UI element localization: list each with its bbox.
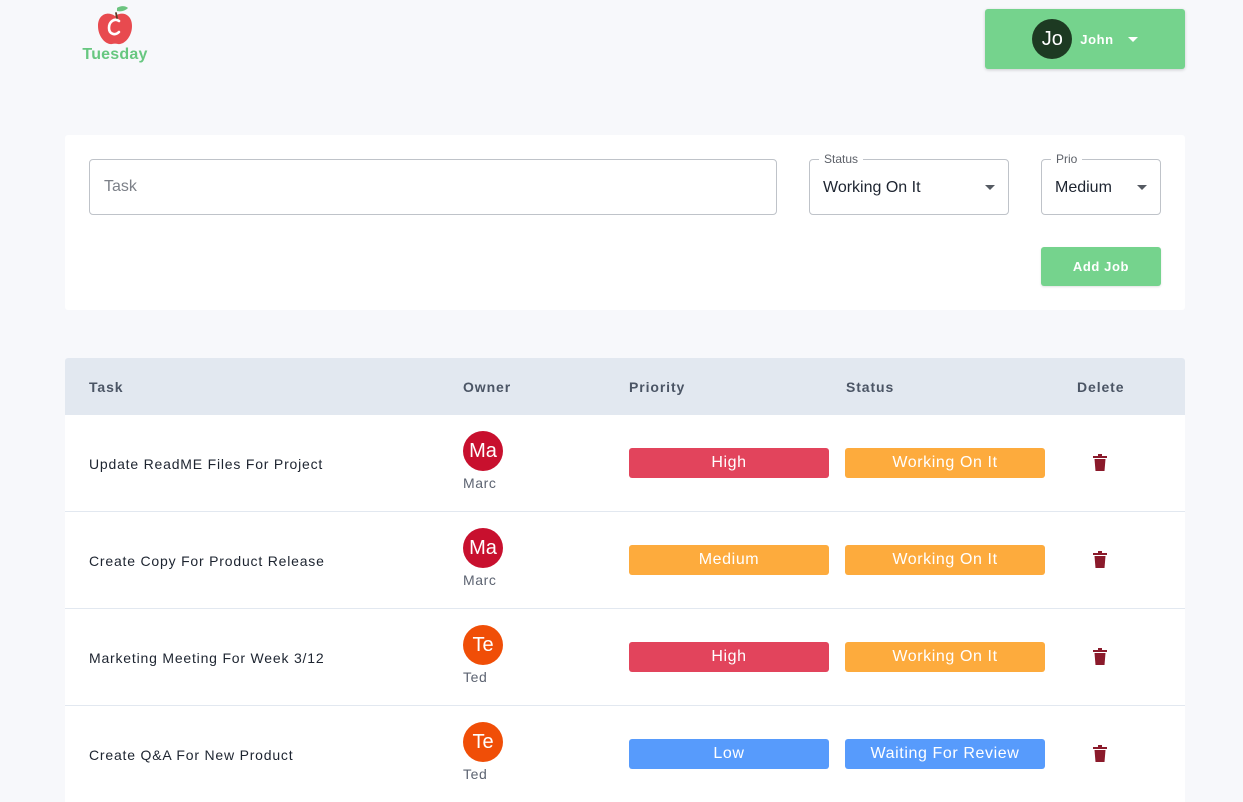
header-task: Task	[89, 379, 124, 395]
prio-select-value: Medium	[1055, 179, 1112, 196]
task-name: Marketing Meeting For Week 3/12	[89, 650, 325, 666]
apple-logo-icon	[98, 6, 132, 45]
status-badge[interactable]: Waiting For Review	[845, 739, 1045, 769]
header-delete: Delete	[1077, 379, 1125, 395]
delete-button[interactable]	[1091, 743, 1109, 763]
jobs-table: Task Owner Priority Status Delete Update…	[65, 358, 1185, 802]
status-badge[interactable]: Working On It	[845, 545, 1045, 575]
user-avatar: Jo	[1032, 19, 1073, 59]
owner-name: Ted	[463, 766, 488, 782]
trash-icon	[1093, 550, 1107, 568]
status-select-label: Status	[819, 152, 864, 166]
caret-down-icon	[985, 185, 995, 190]
add-job-form: Status Working On It Prio Medium Add Job	[65, 135, 1185, 310]
status-badge[interactable]: Working On It	[845, 448, 1045, 478]
owner: Te Ted	[463, 722, 523, 782]
trash-icon	[1093, 647, 1107, 665]
owner-avatar: Ma	[463, 431, 503, 471]
table-row: Create Copy For Product Release Ma Marc …	[65, 512, 1185, 609]
add-job-button[interactable]: Add Job	[1041, 247, 1161, 286]
table-row: Marketing Meeting For Week 3/12 Te Ted H…	[65, 609, 1185, 706]
delete-button[interactable]	[1091, 452, 1109, 472]
owner: Te Ted	[463, 625, 523, 685]
header-owner: Owner	[463, 379, 512, 395]
header-status: Status	[846, 379, 895, 395]
task-name: Update ReadME Files For Project	[89, 456, 324, 472]
caret-down-icon	[1137, 185, 1147, 190]
owner-avatar: Te	[463, 722, 503, 762]
owner-avatar: Te	[463, 625, 503, 665]
status-select[interactable]: Status Working On It	[809, 152, 1009, 215]
prio-select-label: Prio	[1051, 152, 1083, 166]
trash-icon	[1093, 744, 1107, 762]
priority-badge[interactable]: Medium	[629, 545, 829, 575]
owner: Ma Marc	[463, 528, 523, 588]
owner-avatar: Ma	[463, 528, 503, 568]
trash-icon	[1093, 453, 1107, 471]
priority-badge[interactable]: High	[629, 448, 829, 478]
table-row: Create Q&A For New Product Te Ted Low Wa…	[65, 706, 1185, 802]
task-name: Create Copy For Product Release	[89, 553, 325, 569]
owner: Ma Marc	[463, 431, 523, 491]
status-select-value: Working On It	[823, 179, 921, 196]
caret-down-icon	[1127, 36, 1138, 42]
table-row: Update ReadME Files For Project Ma Marc …	[65, 415, 1185, 512]
delete-button[interactable]	[1091, 646, 1109, 666]
owner-name: Ted	[463, 669, 488, 685]
header-priority: Priority	[629, 379, 686, 395]
status-badge[interactable]: Working On It	[845, 642, 1045, 672]
priority-badge[interactable]: High	[629, 642, 829, 672]
priority-badge[interactable]: Low	[629, 739, 829, 769]
task-name: Create Q&A For New Product	[89, 747, 294, 763]
task-input[interactable]	[89, 159, 777, 215]
owner-name: Marc	[463, 475, 497, 491]
user-name: John	[1080, 31, 1114, 47]
table-header: Task Owner Priority Status Delete	[65, 358, 1185, 415]
prio-select[interactable]: Prio Medium	[1041, 152, 1161, 215]
delete-button[interactable]	[1091, 549, 1109, 569]
owner-name: Marc	[463, 572, 497, 588]
logo-text: Tuesday	[82, 46, 148, 63]
app-logo[interactable]: Tuesday	[80, 4, 150, 66]
user-menu-button[interactable]: Jo John	[985, 9, 1185, 69]
